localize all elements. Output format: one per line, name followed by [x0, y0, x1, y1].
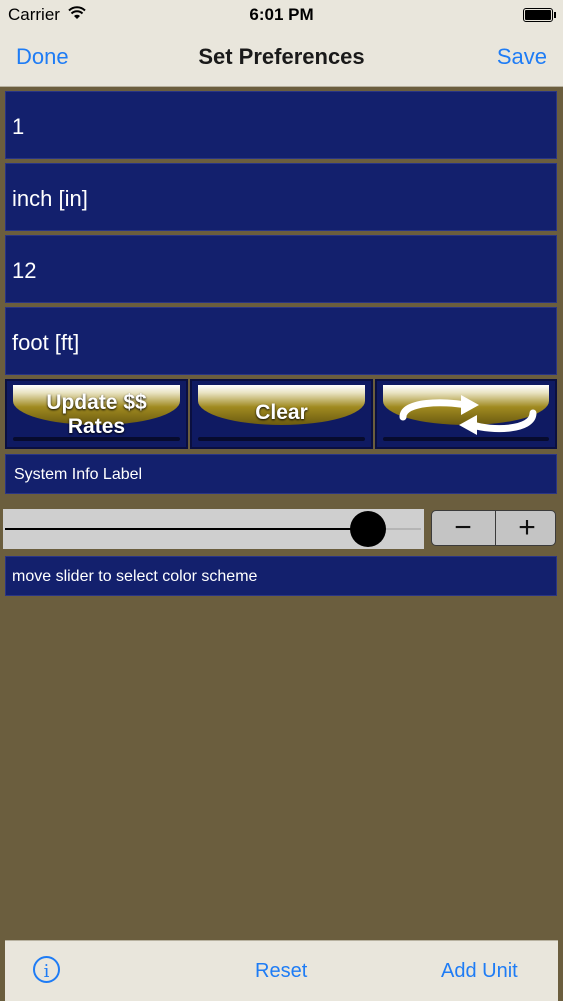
decrement-button[interactable]: − [432, 511, 494, 545]
system-info-text: System Info Label [14, 466, 143, 483]
to-unit-text: foot [ft] [12, 330, 80, 355]
swap-arrows-icon [399, 395, 537, 435]
battery-icon [523, 8, 553, 22]
button-base [383, 437, 549, 441]
color-scheme-hint: move slider to select color scheme [5, 556, 557, 596]
bottom-toolbar: i Reset Add Unit [5, 940, 558, 1001]
battery-tip [554, 12, 556, 18]
clock: 6:01 PM [249, 5, 314, 24]
navigation-bar: Done Set Preferences Save [0, 30, 563, 87]
slider-thumb[interactable] [350, 511, 386, 547]
to-unit-field[interactable]: foot [ft] [5, 307, 557, 375]
update-rates-button[interactable]: Update $$ Rates [5, 379, 188, 449]
to-value-text: 12 [12, 258, 37, 283]
button-base [198, 437, 365, 441]
status-bar: Carrier 6:01 PM [0, 0, 563, 30]
from-unit-field[interactable]: inch [in] [5, 163, 557, 231]
reset-button[interactable]: Reset [255, 960, 307, 983]
save-button[interactable]: Save [497, 44, 547, 70]
to-value-field[interactable]: 12 [5, 235, 557, 303]
color-scheme-hint-text: move slider to select color scheme [12, 568, 258, 585]
clear-label: Clear [255, 401, 308, 424]
info-icon[interactable]: i [33, 956, 60, 983]
from-value-text: 1 [12, 114, 25, 139]
color-stepper[interactable]: − + [431, 510, 556, 546]
from-unit-text: inch [in] [12, 186, 88, 211]
color-scheme-slider[interactable] [3, 509, 424, 549]
add-unit-button[interactable]: Add Unit [441, 960, 518, 983]
swap-units-button[interactable] [375, 379, 557, 449]
update-rates-line2: Rates [67, 415, 126, 438]
slider-track-filled [5, 528, 371, 530]
increment-button[interactable]: + [495, 511, 558, 545]
system-info-label: System Info Label [5, 454, 557, 494]
from-value-field[interactable]: 1 [5, 91, 557, 159]
clear-button[interactable]: Clear [190, 379, 373, 449]
page-title: Set Preferences [198, 44, 365, 69]
update-rates-line1: Update $$ [46, 391, 147, 414]
